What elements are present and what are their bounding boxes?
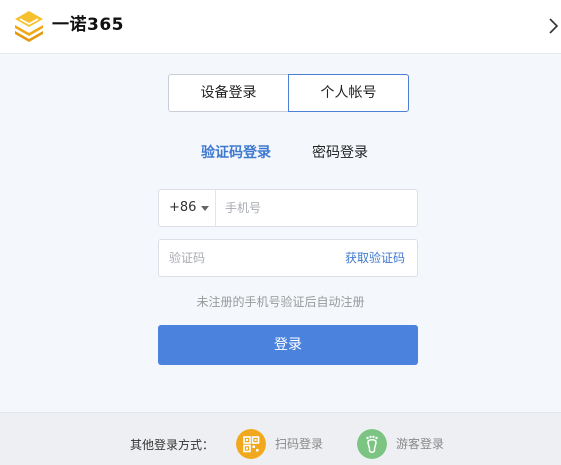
phone-field: +86 bbox=[158, 189, 418, 227]
phone-input[interactable] bbox=[225, 190, 411, 226]
footer: 其他登录方式： 扫码登录 游客登录 bbox=[0, 412, 561, 465]
sms-code-login-tab[interactable]: 验证码登录 bbox=[201, 143, 271, 163]
app-logo-icon bbox=[15, 11, 43, 42]
country-code-select[interactable]: +86 bbox=[159, 190, 216, 226]
title-bar: 一诺365 bbox=[0, 0, 561, 54]
qr-login-label: 扫码登录 bbox=[275, 437, 324, 451]
verification-code-input[interactable] bbox=[169, 240, 339, 276]
app-title: 一诺365 bbox=[52, 15, 124, 35]
caret-down-icon bbox=[201, 206, 209, 211]
footprint-icon bbox=[357, 429, 387, 459]
verification-code-field: 获取验证码 bbox=[158, 239, 418, 277]
login-type-tabs: 设备登录 个人帐号 bbox=[168, 74, 409, 112]
get-code-button[interactable]: 获取验证码 bbox=[345, 250, 405, 266]
tab-personal-account[interactable]: 个人帐号 bbox=[288, 74, 409, 112]
guest-login-label: 游客登录 bbox=[396, 437, 445, 451]
auto-register-hint: 未注册的手机号验证后自动注册 bbox=[196, 295, 365, 309]
close-icon[interactable] bbox=[547, 14, 561, 38]
qr-code-icon bbox=[236, 429, 266, 459]
tab-device-login[interactable]: 设备登录 bbox=[168, 74, 288, 112]
login-button[interactable]: 登录 bbox=[158, 325, 418, 365]
country-code-value: +86 bbox=[169, 200, 197, 215]
other-login-label: 其他登录方式： bbox=[130, 438, 215, 452]
password-login-tab[interactable]: 密码登录 bbox=[312, 143, 368, 163]
